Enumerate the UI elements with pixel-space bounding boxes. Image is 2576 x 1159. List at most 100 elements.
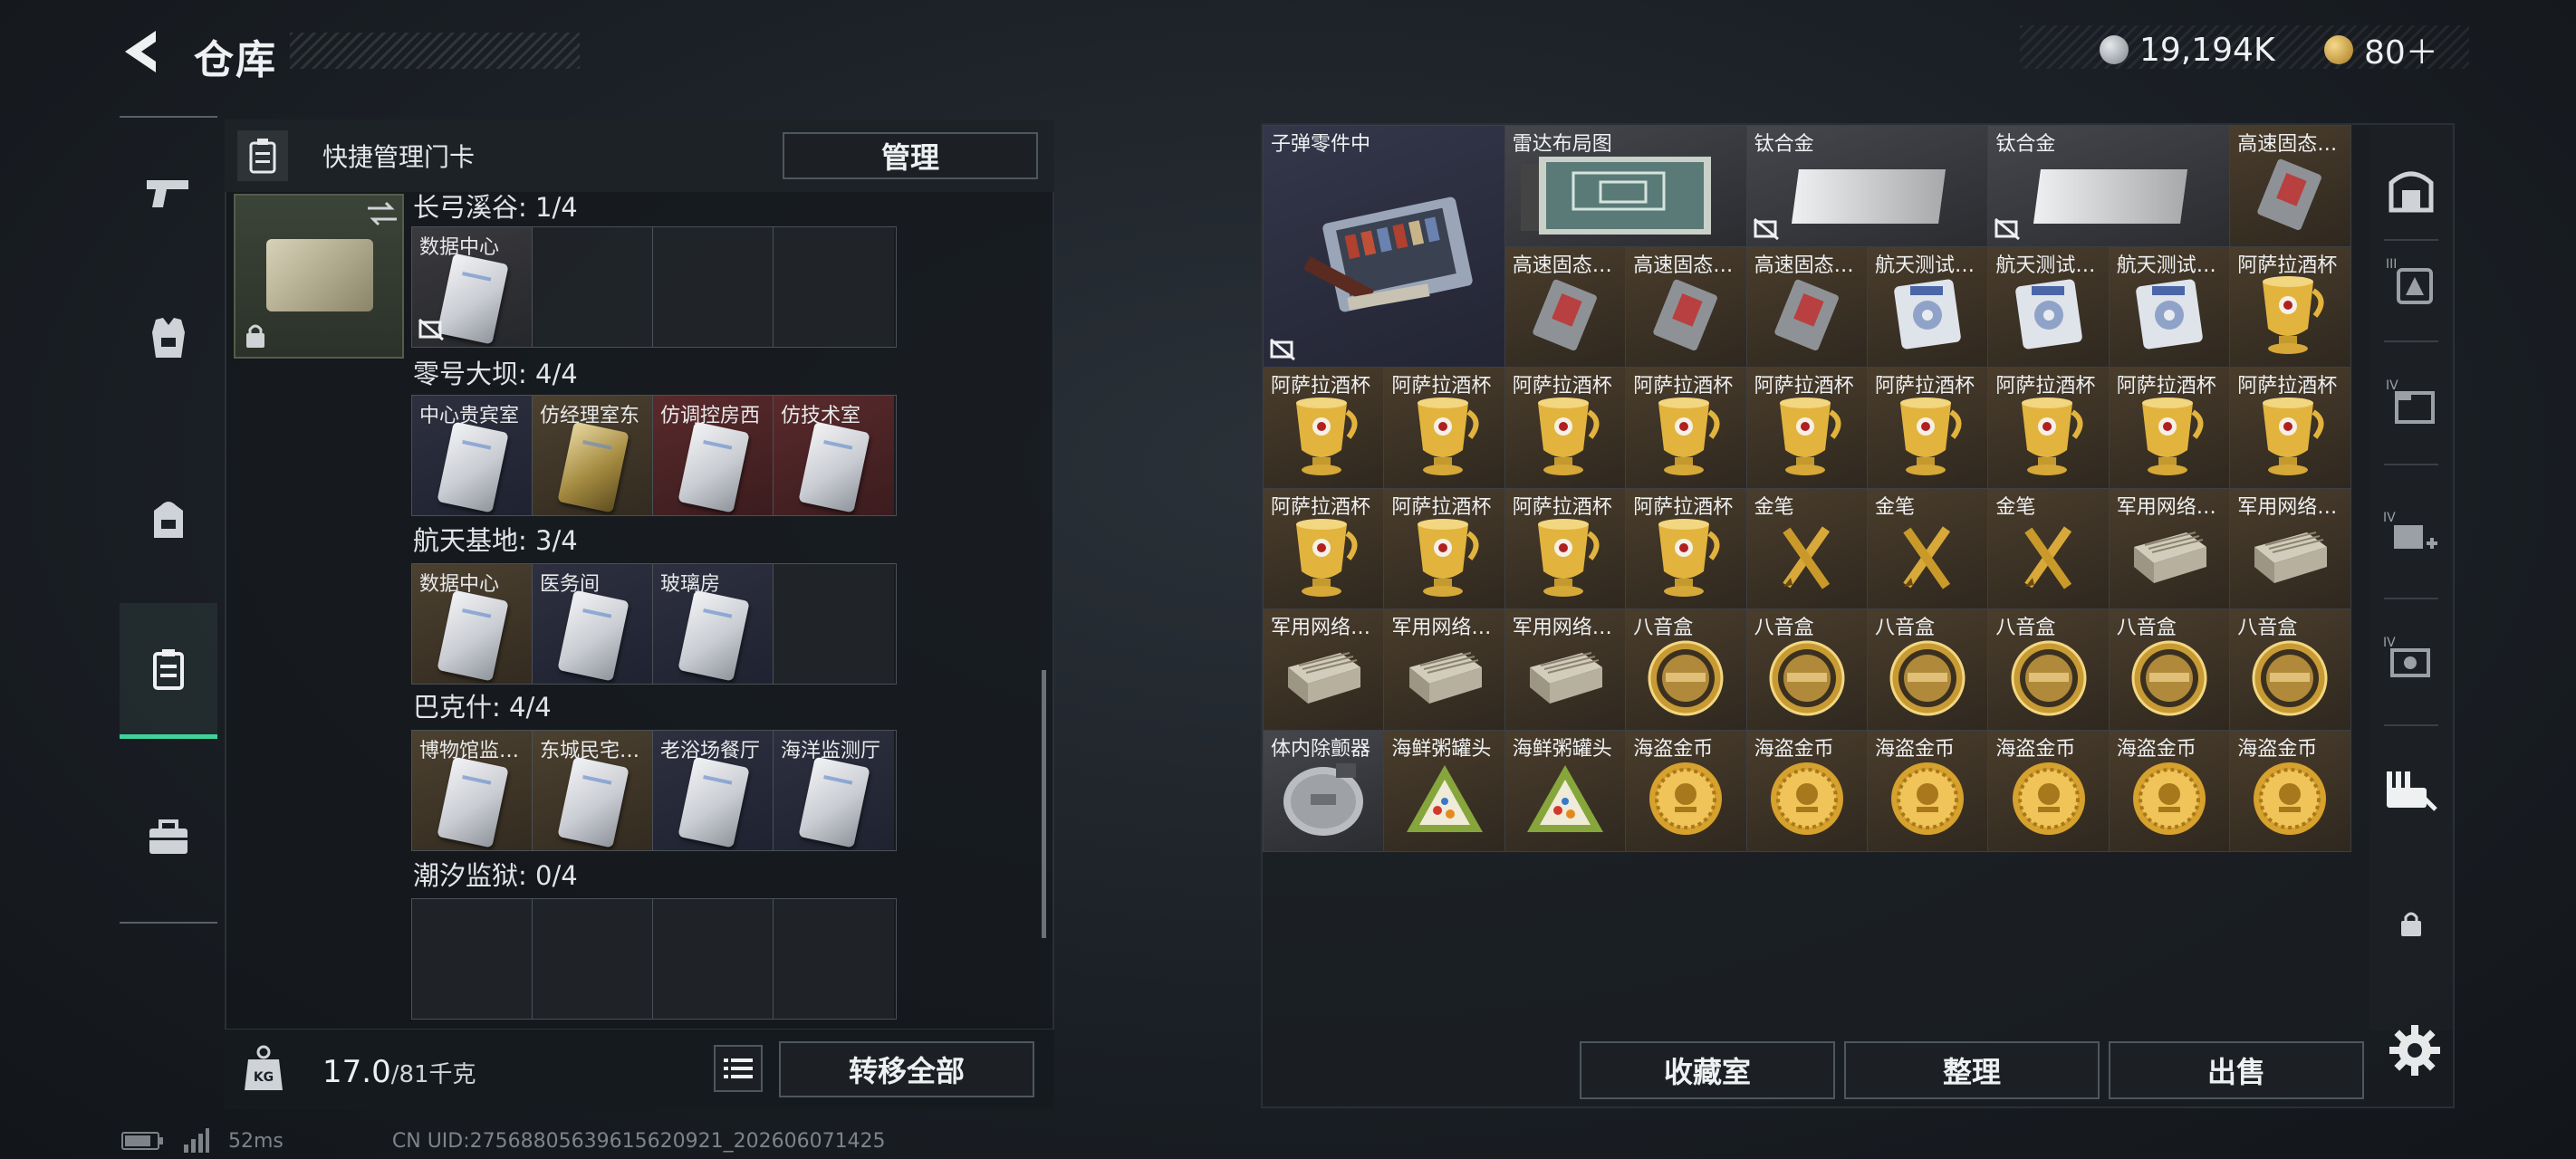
nav-weapons[interactable]	[120, 125, 217, 261]
keycard-slot[interactable]: 老浴场餐厅	[653, 731, 774, 850]
inventory-item-ssd[interactable]: 高速固态…	[2229, 125, 2351, 247]
back-button[interactable]	[118, 27, 163, 76]
empty-keycard-slot[interactable]	[774, 227, 894, 347]
inventory-item-disk[interactable]: 航天测试…	[2108, 245, 2231, 369]
inventory-item-musicbox[interactable]: 八音盒	[1625, 608, 1747, 731]
inventory-item-router[interactable]: 军用网络…	[2229, 487, 2351, 610]
inventory-item-musicbox[interactable]: 八音盒	[1987, 608, 2110, 731]
inventory-item-cup[interactable]: 阿萨拉酒杯	[2229, 245, 2351, 369]
empty-keycard-slot[interactable]	[533, 227, 653, 347]
inventory-item-cup[interactable]: 阿萨拉酒杯	[2108, 367, 2231, 489]
empty-keycard-slot[interactable]	[774, 899, 894, 1019]
tab-tier-iv-folder[interactable]: IV	[2369, 359, 2453, 449]
quick-manage-label: 快捷管理门卡	[322, 142, 476, 172]
inventory-item-cup[interactable]: 阿萨拉酒杯	[1383, 367, 1505, 489]
inventory-item-can[interactable]: 海鲜粥罐头	[1504, 730, 1627, 852]
inventory-item-cup[interactable]: 阿萨拉酒杯	[1745, 367, 1868, 489]
nav-keycards[interactable]	[120, 603, 217, 739]
inventory-item-coin[interactable]: 海盗金币	[2108, 730, 2231, 852]
keycard-slot[interactable]: 海洋监测厅	[774, 731, 894, 850]
keycard-group-title: 航天基地: 3/4	[413, 525, 578, 556]
keycard-slot[interactable]: 东城民宅…	[533, 731, 653, 850]
keycard-list-scrollbar[interactable]	[1042, 670, 1046, 938]
nav-toolbox[interactable]	[120, 770, 217, 905]
inventory-item-cup[interactable]: 阿萨拉酒杯	[1263, 487, 1385, 610]
gold-currency[interactable]: 80＋	[2324, 31, 2438, 72]
inventory-item-cup[interactable]: 阿萨拉酒杯	[1383, 487, 1505, 610]
inventory-item-disk[interactable]: 航天测试…	[1867, 245, 1989, 369]
empty-keycard-slot[interactable]	[774, 564, 894, 684]
sell-button[interactable]: 出售	[2109, 1041, 2364, 1099]
empty-keycard-slot[interactable]	[533, 899, 653, 1019]
inventory-item-coin[interactable]: 海盗金币	[1625, 730, 1747, 852]
inventory-item-cup[interactable]: 阿萨拉酒杯	[1504, 487, 1627, 610]
inventory-item-ssd[interactable]: 高速固态…	[1745, 245, 1868, 369]
inventory-item-musicbox[interactable]: 八音盒	[2108, 608, 2231, 731]
inventory-item-cup[interactable]: 阿萨拉酒杯	[1625, 367, 1747, 489]
keycard-slot[interactable]: 仿技术室	[774, 396, 894, 515]
inventory-item-can[interactable]: 海鲜粥罐头	[1383, 730, 1505, 852]
inventory-item-router[interactable]: 军用网络…	[1263, 608, 1385, 731]
keycard-slot[interactable]: 数据中心	[412, 564, 533, 684]
keycard-slot[interactable]: 仿经理室东	[533, 396, 653, 515]
inventory-item-pen[interactable]: 金笔	[1987, 487, 2110, 610]
keycard-slot[interactable]: 博物馆监…	[412, 731, 533, 850]
keycard-slot-row: 博物馆监… 东城民宅… 老浴场餐厅 海洋监测厅	[411, 730, 897, 851]
keycard-slot[interactable]: 数据中心	[412, 227, 533, 347]
keycard-slot[interactable]: 中心贵宾室	[412, 396, 533, 515]
inventory-item-cup[interactable]: 阿萨拉酒杯	[2229, 367, 2351, 489]
inventory-item-ingot[interactable]: 钛合金	[1987, 125, 2231, 247]
inventory-item-ingot[interactable]: 钛合金	[1745, 125, 1989, 247]
inventory-item-coin[interactable]: 海盗金币	[1987, 730, 2110, 852]
inventory-item-router[interactable]: 军用网络…	[2108, 487, 2231, 610]
inventory-item-musicbox[interactable]: 八音盒	[1867, 608, 1989, 731]
inventory-item-router[interactable]: 军用网络…	[1504, 608, 1627, 731]
inventory-item-cup[interactable]: 阿萨拉酒杯	[1263, 367, 1385, 489]
settings-gear-icon[interactable]	[2386, 1021, 2444, 1079]
nav-armor[interactable]	[120, 270, 217, 406]
inventory-item-router[interactable]: 军用网络…	[1383, 608, 1505, 731]
inventory-item-coin[interactable]: 海盗金币	[1867, 730, 1989, 852]
inventory-item-pen[interactable]: 金笔	[1867, 487, 1989, 610]
inventory-item-pen[interactable]: 金笔	[1745, 487, 1868, 610]
transfer-all-button[interactable]: 转移全部	[779, 1041, 1034, 1097]
nav-backpack[interactable]	[120, 451, 217, 587]
inventory-item-defib[interactable]: 体内除颤器	[1263, 730, 1385, 852]
inventory-item-ammo-box[interactable]: 子弹零件中	[1263, 125, 1505, 369]
manage-button[interactable]: 管理	[783, 132, 1038, 179]
sort-button[interactable]: 整理	[1844, 1041, 2100, 1099]
inventory-item-disk[interactable]: 航天测试…	[1987, 245, 2110, 369]
inventory-item-coin[interactable]: 海盗金币	[2229, 730, 2351, 852]
empty-keycard-slot[interactable]	[653, 227, 774, 347]
tab-tools[interactable]	[2369, 746, 2453, 837]
keycard-slot[interactable]: 医务间	[533, 564, 653, 684]
silver-currency[interactable]: 19,194K	[2100, 31, 2275, 69]
inventory-item-cup[interactable]: 阿萨拉酒杯	[1625, 487, 1747, 610]
tab-safe-box[interactable]	[2369, 145, 2453, 235]
inventory-item-map[interactable]: 雷达布局图	[1504, 125, 1747, 247]
item-label: 高速固态…	[1512, 254, 1612, 277]
empty-keycard-slot[interactable]	[653, 899, 774, 1019]
tab-locked[interactable]	[2369, 878, 2453, 969]
silver-currency-value: 19,194K	[2139, 31, 2275, 69]
tab-tier-iii-bag[interactable]: III	[2369, 237, 2453, 328]
item-label: 阿萨拉酒杯	[2237, 254, 2338, 277]
inventory-item-ssd[interactable]: 高速固态…	[1625, 245, 1747, 369]
inventory-item-cup[interactable]: 阿萨拉酒杯	[1504, 367, 1627, 489]
keycard-slot[interactable]: 仿调控房西	[653, 396, 774, 515]
inventory-item-cup[interactable]: 阿萨拉酒杯	[1987, 367, 2110, 489]
swap-icon[interactable]	[364, 197, 400, 230]
collection-room-button[interactable]: 收藏室	[1580, 1041, 1835, 1099]
tab-tier-iv-camera[interactable]: IV	[2369, 616, 2453, 706]
empty-keycard-slot[interactable]	[412, 899, 533, 1019]
keycard-holder-slot[interactable]	[234, 194, 404, 359]
router-icon	[1281, 644, 1366, 714]
keycard-slot[interactable]: 玻璃房	[653, 564, 774, 684]
list-view-button[interactable]	[714, 1045, 763, 1092]
tab-tier-iv-medkit[interactable]: IV	[2369, 491, 2453, 581]
inventory-item-cup[interactable]: 阿萨拉酒杯	[1867, 367, 1989, 489]
inventory-item-musicbox[interactable]: 八音盒	[1745, 608, 1868, 731]
inventory-item-musicbox[interactable]: 八音盒	[2229, 608, 2351, 731]
inventory-item-coin[interactable]: 海盗金币	[1745, 730, 1868, 852]
inventory-item-ssd[interactable]: 高速固态…	[1504, 245, 1627, 369]
